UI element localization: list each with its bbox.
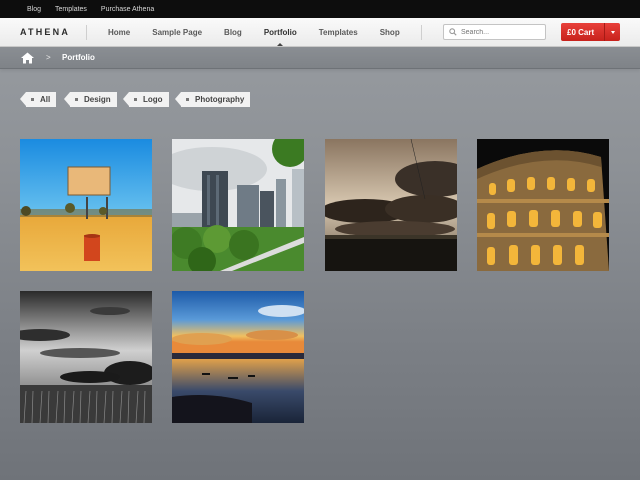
- header-divider: [86, 25, 87, 40]
- nav-item-templates[interactable]: Templates: [308, 18, 369, 47]
- portfolio-thumb-billboard[interactable]: [20, 139, 152, 271]
- wheat-field-photo: [20, 291, 152, 423]
- billboard-photo: [20, 139, 152, 271]
- tag-dot-icon: [134, 98, 137, 101]
- tag-dot-icon: [186, 98, 189, 101]
- filter-label: All: [40, 95, 51, 104]
- topbar-link-templates[interactable]: Templates: [55, 6, 87, 13]
- main-nav: Home Sample Page Blog Portfolio Template…: [97, 18, 411, 47]
- storm-photo: [325, 139, 457, 271]
- sunset-lake-photo: [172, 291, 304, 423]
- tag-dot-icon: [75, 98, 78, 101]
- colosseum-photo: [477, 139, 609, 271]
- filter-design[interactable]: Design: [64, 92, 117, 107]
- cart-dropdown-toggle[interactable]: [605, 30, 620, 34]
- header-divider: [421, 25, 422, 40]
- search-icon: [449, 28, 457, 36]
- filter-photography[interactable]: Photography: [174, 92, 251, 107]
- breadcrumb-current: Portfolio: [62, 53, 95, 62]
- filter-all[interactable]: All: [19, 92, 57, 107]
- top-bar: Blog Templates Purchase Athena: [0, 0, 640, 18]
- portfolio-thumb-skyline[interactable]: [172, 139, 304, 271]
- home-icon[interactable]: [21, 52, 34, 64]
- portfolio-thumb-colosseum[interactable]: [477, 139, 609, 271]
- portfolio-thumb-wheat[interactable]: [20, 291, 152, 423]
- nav-item-portfolio[interactable]: Portfolio: [253, 18, 308, 47]
- main-header: ATHENA Home Sample Page Blog Portfolio T…: [0, 18, 640, 47]
- tag-dot-icon: [31, 98, 34, 101]
- topbar-link-blog[interactable]: Blog: [27, 6, 41, 13]
- nav-item-home[interactable]: Home: [97, 18, 141, 47]
- cart-label: £0 Cart: [567, 27, 595, 37]
- search-input[interactable]: [461, 28, 541, 36]
- caret-down-icon: [610, 30, 615, 34]
- nav-item-shop[interactable]: Shop: [369, 18, 411, 47]
- portfolio-thumb-sunset-lake[interactable]: [172, 291, 304, 423]
- skyline-photo: [172, 139, 304, 271]
- breadcrumb-separator: >: [46, 53, 51, 62]
- cart-button[interactable]: £0 Cart: [561, 23, 620, 41]
- filter-logo[interactable]: Logo: [123, 92, 169, 107]
- active-pointer-icon: [277, 43, 284, 46]
- nav-item-blog[interactable]: Blog: [213, 18, 253, 47]
- search-box[interactable]: [443, 24, 546, 40]
- site-logo[interactable]: ATHENA: [20, 27, 70, 37]
- topbar-link-purchase[interactable]: Purchase Athena: [101, 6, 154, 13]
- filter-label: Logo: [143, 95, 163, 104]
- nav-item-portfolio-label: Portfolio: [263, 28, 297, 37]
- filter-label: Photography: [195, 95, 245, 104]
- nav-item-sample-page[interactable]: Sample Page: [141, 18, 213, 47]
- portfolio-thumb-storm[interactable]: [325, 139, 457, 271]
- breadcrumb: > Portfolio: [0, 47, 640, 69]
- filter-label: Design: [84, 95, 111, 104]
